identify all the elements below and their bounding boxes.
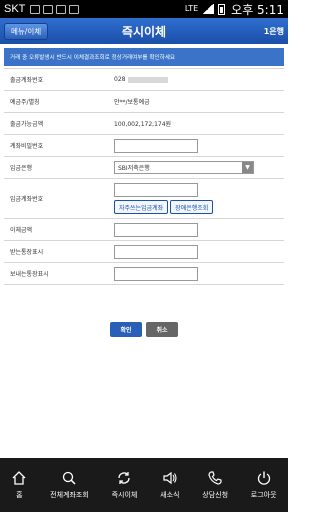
- form-row-available: 출금가능금액 100,002,172,174원: [4, 112, 284, 135]
- chevron-down-icon: ▼: [242, 162, 253, 173]
- deposit-bank-label: 입금은행: [4, 156, 108, 179]
- notice-banner: 거래 중 오류발생시 반드시 이체결과조회로 정상거래여부를 확인하세요: [4, 48, 284, 66]
- available-amount-label: 출금가능금액: [4, 112, 108, 135]
- transfer-form: 출금계좌번호 028 예금주/별칭 안**/보통예금 출금가능금액 100,00…: [4, 68, 284, 285]
- form-row-recv-memo: 받는통장표시: [4, 240, 284, 263]
- nav-transfer[interactable]: 즉시이체: [111, 470, 138, 500]
- battery-icon: [218, 3, 226, 15]
- transfer-amount-label: 이체금액: [4, 218, 108, 241]
- holder-value: 안**/보통예금: [108, 90, 284, 113]
- menu-transfer-button[interactable]: 메뉴/이체: [4, 22, 49, 40]
- bank-label: 1은행: [263, 26, 284, 36]
- form-row-withdraw-account: 출금계좌번호 028: [4, 68, 284, 91]
- account-password-input[interactable]: [114, 138, 198, 153]
- nav-home[interactable]: 홈: [11, 470, 27, 500]
- withdraw-account-label: 출금계좌번호: [4, 68, 108, 91]
- status-right: LTE 오후 5:11: [185, 1, 284, 18]
- message-notification-icon: [56, 4, 67, 14]
- account-password-label: 계좌비밀번호: [4, 134, 108, 157]
- carrier-label: SKT: [4, 3, 26, 15]
- deposit-account-label: 입금계좌번호: [4, 178, 108, 219]
- nav-consult[interactable]: 상담신청: [202, 470, 228, 500]
- network-label: LTE: [184, 4, 199, 13]
- sender-memo-input[interactable]: [114, 266, 198, 281]
- cancel-button[interactable]: 취소: [146, 322, 178, 337]
- warning-notification-icon: [69, 4, 80, 14]
- form-row-send-memo: 보내는통장표시: [4, 262, 284, 285]
- power-icon: [257, 471, 270, 485]
- nav-news-label: 새소식: [160, 491, 180, 499]
- form-row-password: 계좌비밀번호: [4, 134, 284, 157]
- nav-home-label: 홈: [16, 491, 23, 499]
- masked-account-number: [128, 76, 169, 83]
- form-row-deposit-account: 입금계좌번호 자주쓰는입금계좌 장애은행조회: [4, 178, 284, 219]
- holder-label: 예금주/별칭: [4, 90, 108, 113]
- form-row-holder: 예금주/별칭 안**/보통예금: [4, 90, 284, 113]
- nav-logout[interactable]: 로그아웃: [251, 470, 277, 500]
- transfer-amount-input[interactable]: [114, 222, 198, 237]
- search-icon: [63, 471, 77, 485]
- clock: 오후 5:11: [231, 2, 284, 17]
- deposit-bank-selected: SBI저축은행: [118, 165, 150, 172]
- image-notification-icon: [30, 4, 41, 14]
- available-amount-value: 100,002,172,174원: [108, 112, 284, 135]
- frequent-accounts-button[interactable]: 자주쓰는입금계좌: [114, 200, 169, 214]
- photo-notification-icon: [43, 4, 54, 14]
- signal-icon: [202, 4, 215, 14]
- recipient-memo-input[interactable]: [114, 244, 198, 259]
- status-bar: SKT LTE 오후 5:11: [0, 0, 288, 18]
- bottom-nav: 홈 전체계좌조회 즉시이체 새소식 상담신청 로그아웃: [0, 458, 288, 512]
- nav-consult-label: 상담신청: [202, 491, 229, 499]
- nav-news[interactable]: 새소식: [160, 470, 179, 500]
- nav-all-accounts[interactable]: 전체계좌조회: [50, 470, 89, 500]
- confirm-button[interactable]: 확인: [110, 322, 142, 337]
- phone-icon: [208, 471, 222, 485]
- speaker-icon: [163, 471, 177, 485]
- deposit-bank-select[interactable]: SBI저축은행 ▼: [114, 161, 254, 174]
- app-header: 메뉴/이체 즉시이체 1은행: [0, 18, 288, 44]
- recipient-memo-label: 받는통장표시: [4, 240, 108, 263]
- deposit-account-input[interactable]: [114, 183, 198, 197]
- form-actions: 확인 취소: [0, 322, 288, 337]
- form-row-bank: 입금은행 SBI저축은행 ▼: [4, 156, 284, 179]
- home-icon: [12, 471, 26, 485]
- form-row-amount: 이체금액: [4, 218, 284, 241]
- withdraw-account-value: 028: [114, 76, 126, 83]
- nav-transfer-label: 즉시이체: [111, 491, 138, 499]
- nav-logout-label: 로그아웃: [250, 491, 277, 499]
- sender-memo-label: 보내는통장표시: [4, 262, 108, 285]
- transfer-icon: [118, 472, 131, 484]
- bank-outage-button[interactable]: 장애은행조회: [170, 200, 214, 214]
- nav-all-accounts-label: 전체계좌조회: [50, 491, 89, 499]
